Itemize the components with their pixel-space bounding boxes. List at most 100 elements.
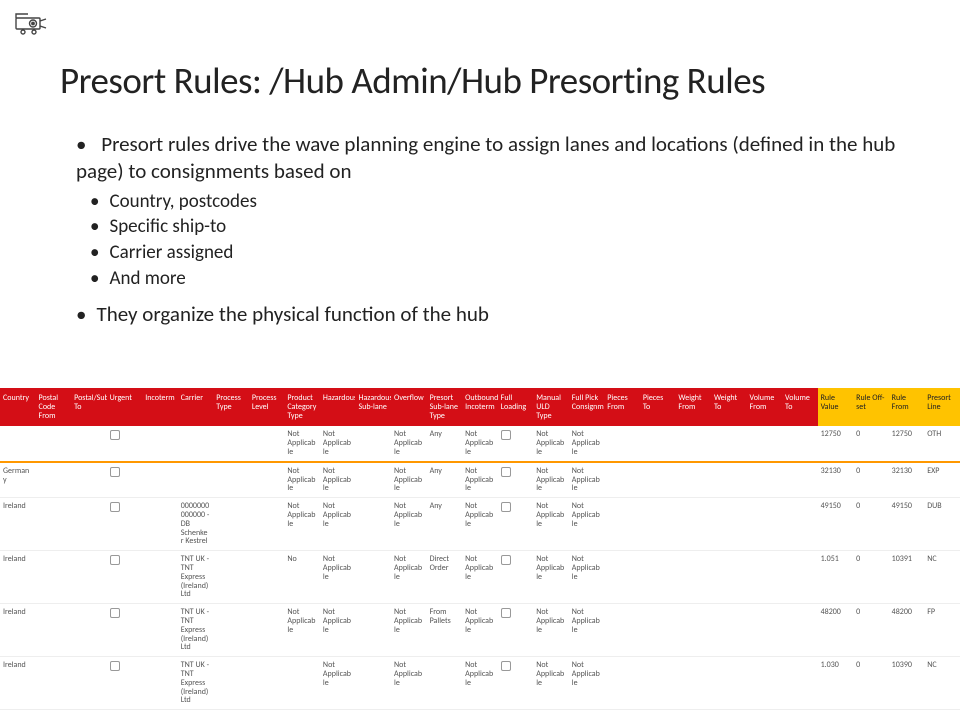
checkbox-icon	[110, 502, 120, 512]
table-cell: Not Applicable	[320, 551, 356, 604]
checkbox-icon	[501, 608, 511, 618]
table-cell	[640, 657, 676, 710]
table-cell: Not Applicable	[569, 462, 605, 498]
bullet-list: Presort rules drive the wave planning en…	[60, 131, 900, 329]
table-cell: Not Applicable	[320, 498, 356, 551]
bullet-main-2: They organize the physical function of t…	[76, 301, 900, 328]
table-cell	[249, 462, 285, 498]
table-cell: Not Applicable	[533, 462, 569, 498]
table-header: Process Level	[249, 388, 285, 426]
table-cell	[746, 426, 782, 461]
table-cell	[711, 426, 747, 461]
table-cell: Not Applicable	[284, 604, 320, 657]
table-cell	[604, 426, 640, 461]
table-cell	[71, 551, 107, 604]
sub-bullet: Specific ship-to	[90, 215, 900, 240]
table-cell: Any	[427, 426, 463, 461]
table-cell	[675, 462, 711, 498]
table-cell	[498, 657, 534, 710]
table-cell: From Pallets	[427, 604, 463, 657]
table-cell	[498, 604, 534, 657]
table-cell	[213, 462, 249, 498]
checkbox-icon	[501, 661, 511, 671]
checkbox-icon	[501, 430, 511, 440]
table-cell	[711, 462, 747, 498]
table-cell	[142, 498, 178, 551]
table-cell: Not Applicable	[284, 462, 320, 498]
projector-icon	[14, 10, 48, 43]
table-cell	[782, 498, 818, 551]
table-header: Presort Sub-lane Type	[427, 388, 463, 426]
table-header: Volume From	[746, 388, 782, 426]
table-header: Presort Line	[924, 388, 960, 426]
table-cell: Germany	[0, 462, 36, 498]
table-cell	[604, 498, 640, 551]
table-cell	[427, 657, 463, 710]
table-header: Full Pick Consignment	[569, 388, 605, 426]
table-cell	[355, 462, 391, 498]
table-cell: Not Applicable	[569, 498, 605, 551]
table-cell	[498, 498, 534, 551]
table-cell	[355, 551, 391, 604]
table-cell: Not Applicable	[320, 604, 356, 657]
table-cell	[675, 498, 711, 551]
table-cell: 0	[853, 426, 889, 461]
table-cell: 12750	[818, 426, 854, 461]
table-cell	[36, 498, 72, 551]
table-header: Product Category Type	[284, 388, 320, 426]
table-cell	[355, 657, 391, 710]
table-cell	[604, 657, 640, 710]
table-cell: 48200	[889, 604, 925, 657]
table-cell: Not Applicable	[391, 462, 427, 498]
table-cell	[249, 657, 285, 710]
table-cell	[142, 657, 178, 710]
checkbox-icon	[110, 555, 120, 565]
table-cell	[746, 551, 782, 604]
table-header: Volume To	[782, 388, 818, 426]
table-cell	[640, 604, 676, 657]
table-cell	[71, 462, 107, 498]
table-header: Manual ULD Type	[533, 388, 569, 426]
table-cell: Direct Order	[427, 551, 463, 604]
table-cell	[498, 462, 534, 498]
table-cell: Not Applicable	[533, 551, 569, 604]
table-cell	[746, 657, 782, 710]
table-cell: Not Applicable	[320, 426, 356, 461]
table-cell: Not Applicable	[284, 498, 320, 551]
table-header: Rule Off-set	[853, 388, 889, 426]
table-row: Not ApplicableNot ApplicableNot Applicab…	[0, 426, 960, 461]
table-cell	[36, 462, 72, 498]
table-cell: Not Applicable	[533, 426, 569, 461]
table-cell: 49150	[818, 498, 854, 551]
table-header: Urgent	[107, 388, 143, 426]
table-row: GermanyNot ApplicableNot ApplicableNot A…	[0, 462, 960, 498]
table-cell	[142, 551, 178, 604]
table-cell: 1.051	[818, 551, 854, 604]
table-cell	[782, 426, 818, 461]
checkbox-icon	[110, 608, 120, 618]
sub-bullet-list: Country, postcodes Specific ship-to Carr…	[76, 190, 900, 292]
table-cell: 0	[853, 551, 889, 604]
table-cell: 0	[853, 657, 889, 710]
table-cell: 12750	[889, 426, 925, 461]
table-cell: Not Applicable	[462, 657, 498, 710]
table-cell	[71, 426, 107, 461]
table-cell	[782, 657, 818, 710]
table-cell: NC	[924, 657, 960, 710]
table-header: Weight From	[675, 388, 711, 426]
table-cell	[675, 604, 711, 657]
table-cell	[249, 604, 285, 657]
table-cell: 10391	[889, 551, 925, 604]
table-cell	[178, 462, 214, 498]
table-cell	[782, 462, 818, 498]
table-cell	[107, 604, 143, 657]
table-header: Carrier	[178, 388, 214, 426]
table-cell: 10390	[889, 657, 925, 710]
table-cell: Ireland	[0, 551, 36, 604]
table-cell: Not Applicable	[391, 498, 427, 551]
table-cell	[284, 657, 320, 710]
table-row: IrelandTNT UK - TNT Express (Ireland) Lt…	[0, 604, 960, 657]
table-cell	[746, 498, 782, 551]
table-cell	[107, 657, 143, 710]
table-cell	[675, 426, 711, 461]
